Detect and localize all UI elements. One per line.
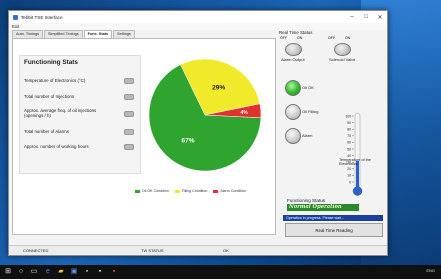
func-stats-panel: Functioning Stats Temperature of Electro… [12,38,276,235]
status-pie-chart: 67% 29% 4% [148,58,262,172]
connection-status: CONNECTED [23,248,49,253]
thermo-tick-label: 90 [347,121,351,125]
thermo-tick-label: 20 [347,167,351,171]
oil-ok-label: Oil OK [302,85,314,90]
app-window: Tebbit TSE Interface – □ ✕ Exit Auto. Ti… [8,10,388,256]
tw-status-value: OK [223,248,229,253]
chart-legend: Oil OK Condition Filling Condition Alarm… [135,189,246,193]
pie-label-2: 4% [240,110,248,116]
realtime-label: Real Time Status [279,30,313,35]
tab-auto-timings[interactable]: Auto. Timings [12,30,44,38]
app-icon [13,14,18,20]
functioning-status-value: Normal Operation [287,204,359,211]
menu-exit[interactable]: Exit [12,24,19,29]
menu-bar: Exit [9,23,387,30]
maximize-button[interactable]: □ [359,11,373,23]
pie-label-1: 29% [212,84,225,91]
realtime-pane: Real Time Status OFF ON OFF ON Alarm Out… [277,30,385,237]
search-icon[interactable]: ○ [17,268,25,276]
valve-off-label: OFF [328,36,336,40]
stat-indicator [124,94,134,100]
close-button[interactable]: ✕ [373,11,387,23]
alarm-output-knob[interactable] [285,43,302,56]
thermo-tick-label: 0 [349,180,351,184]
thermo-tick-label: 60 [347,141,351,145]
stat-indicator [124,78,134,84]
alarm-label: Alarm [302,133,313,138]
alarm-on-label: ON [297,36,303,40]
solenoid-valve-label: Solenoid Valve [329,57,356,62]
tab-strip: Auto. Timings Simplified Timings Func. S… [12,30,274,39]
edge-icon[interactable]: e [44,268,52,276]
oil-filling-label: Oil Filling [302,109,319,114]
oil-filling-led [285,104,301,120]
progress-bar: Operation in progress. Please wait... [283,215,383,221]
functioning-status-title: Functioning Status [287,198,326,203]
legend-item-oil-ok: Oil OK Condition [135,189,169,193]
stats-title: Functioning Stats [24,59,78,66]
thermometer-label: Temperature of the Electronics [339,158,371,167]
thermo-tick-label: 50 [347,147,351,151]
stat-indicator [124,129,134,135]
folder-icon[interactable]: ▰ [57,268,65,276]
tab-simplified-timings[interactable]: Simplified Timings [44,30,83,38]
oil-ok-led [285,80,301,96]
thermo-tick-label: 70 [347,134,351,138]
title-bar: Tebbit TSE Interface – □ ✕ [9,11,387,23]
thermo-bulb [352,186,363,196]
minimize-button[interactable]: – [345,11,359,23]
solenoid-valve-knob[interactable] [334,43,351,56]
tw-status-label: TW STATUS [141,248,164,253]
tab-settings[interactable]: Settings [113,30,135,38]
thermo-tick-label: 100 [345,114,351,118]
valve-on-label: ON [345,36,351,40]
stat-indicator [124,144,134,150]
window-title: Tebbit TSE Interface [21,14,63,20]
legend-item-alarm: Alarm Condition [213,189,246,193]
app2-taskbar-icon[interactable]: ▪ [96,268,104,276]
thermo-tick-label: 10 [347,174,351,178]
legend-item-filling: Filling Condition [174,189,207,193]
start-icon[interactable]: ⊞ [4,268,12,276]
temperature-thermometer: 1009080706050403020100 [345,112,363,196]
tray-language: ENG [426,268,435,273]
taskbar: ⊞ ○ ▭ e ▰ ▣ ▪ ▪ ▪ ENG [0,265,441,279]
stats-box: Functioning Stats Temperature of Electro… [19,55,141,174]
real-time-reading-button[interactable]: Real Time Reading [285,223,383,237]
alarm-led [285,128,301,144]
app-taskbar-icon[interactable]: ▪ [83,268,91,276]
pie-label-0: 67% [182,138,195,145]
alarm-off-label: OFF [280,36,288,40]
app3-taskbar-icon[interactable]: ▪ [110,268,118,276]
thermo-tick-label: 80 [347,128,351,132]
task-view-icon[interactable]: ▭ [30,268,38,276]
stat-indicator [124,111,134,117]
store-icon[interactable]: ▣ [70,268,78,276]
status-bar: CONNECTED TW STATUS OK [9,245,387,255]
alarm-output-label: Alarm Output [281,57,305,62]
